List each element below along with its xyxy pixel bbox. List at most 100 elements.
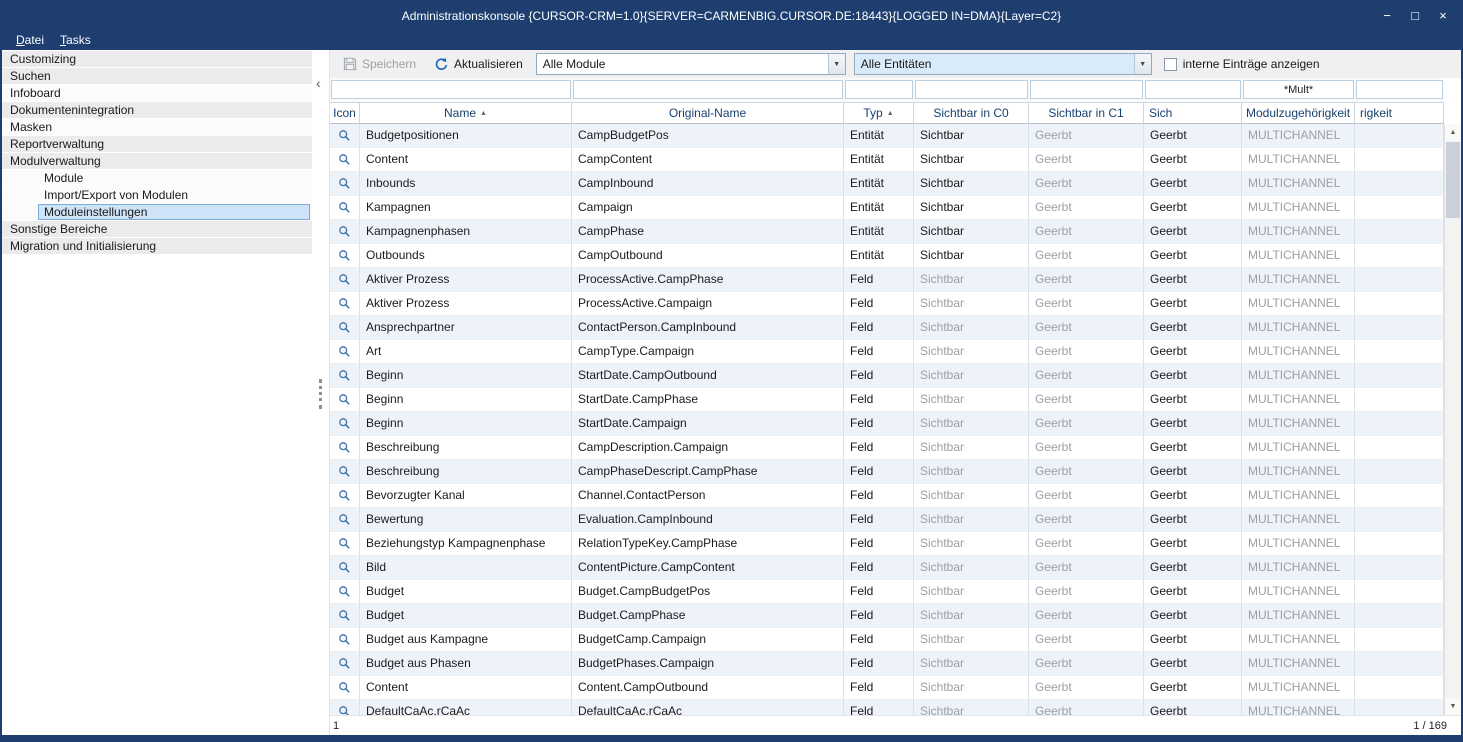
- scrollbar-thumb[interactable]: [1446, 142, 1460, 218]
- table-row[interactable]: ArtCampType.CampaignFeldSichtbarGeerbtGe…: [330, 340, 1444, 364]
- table-row[interactable]: AnsprechpartnerContactPerson.CampInbound…: [330, 316, 1444, 340]
- row-search-icon[interactable]: [330, 388, 360, 411]
- row-search-icon[interactable]: [330, 628, 360, 651]
- row-search-icon[interactable]: [330, 148, 360, 171]
- menu-tasks[interactable]: Tasks: [52, 30, 99, 50]
- filter-input-c1[interactable]: [1030, 80, 1143, 99]
- maximize-button[interactable]: □: [1401, 3, 1429, 29]
- table-row[interactable]: InboundsCampInboundEntitätSichtbarGeerbt…: [330, 172, 1444, 196]
- scroll-down-icon[interactable]: ▼: [1445, 698, 1461, 715]
- minimize-button[interactable]: −: [1373, 3, 1401, 29]
- row-search-icon[interactable]: [330, 508, 360, 531]
- table-row[interactable]: OutboundsCampOutboundEntitätSichtbarGeer…: [330, 244, 1444, 268]
- row-search-icon[interactable]: [330, 412, 360, 435]
- table-row[interactable]: Aktiver ProzessProcessActive.CampPhaseFe…: [330, 268, 1444, 292]
- filter-input-name[interactable]: [331, 80, 571, 99]
- table-row[interactable]: KampagnenphasenCampPhaseEntitätSichtbarG…: [330, 220, 1444, 244]
- column-header-typ[interactable]: Typ▲: [844, 103, 914, 123]
- row-search-icon[interactable]: [330, 172, 360, 195]
- table-row[interactable]: BewertungEvaluation.CampInboundFeldSicht…: [330, 508, 1444, 532]
- scroll-up-icon[interactable]: ▲: [1445, 124, 1461, 141]
- table-row[interactable]: BeschreibungCampDescription.CampaignFeld…: [330, 436, 1444, 460]
- table-row[interactable]: BeginnStartDate.CampPhaseFeldSichtbarGee…: [330, 388, 1444, 412]
- row-search-icon[interactable]: [330, 340, 360, 363]
- column-header-icon[interactable]: Icon: [330, 103, 360, 123]
- cell-modul: MULTICHANNEL: [1242, 508, 1355, 531]
- table-row[interactable]: BeginnStartDate.CampOutboundFeldSichtbar…: [330, 364, 1444, 388]
- splitter-grip-icon[interactable]: [319, 379, 322, 409]
- column-header-modul[interactable]: Modulzugehörigkeit: [1242, 103, 1355, 123]
- row-search-icon[interactable]: [330, 292, 360, 315]
- sidebar-item-dokumentenintegration[interactable]: Dokumentenintegration: [2, 102, 312, 119]
- row-search-icon[interactable]: [330, 220, 360, 243]
- sidebar-item-module[interactable]: Module: [2, 170, 312, 187]
- sidebar-item-migration-und-initialisierung[interactable]: Migration und Initialisierung: [2, 238, 312, 255]
- row-search-icon[interactable]: [330, 484, 360, 507]
- table-row[interactable]: Aktiver ProzessProcessActive.CampaignFel…: [330, 292, 1444, 316]
- sidebar-item-moduleinstellungen[interactable]: Moduleinstellungen: [2, 204, 312, 221]
- sidebar-item-customizing[interactable]: Customizing: [2, 51, 312, 68]
- sidebar-item-reportverwaltung[interactable]: Reportverwaltung: [2, 136, 312, 153]
- table-row[interactable]: DefaultCaAc.rCaAcDefaultCaAc.rCaAcFeldSi…: [330, 700, 1444, 715]
- row-search-icon[interactable]: [330, 676, 360, 699]
- table-row[interactable]: ContentContent.CampOutboundFeldSichtbarG…: [330, 676, 1444, 700]
- chevron-down-icon[interactable]: ▼: [828, 54, 845, 74]
- filter-input-extra[interactable]: [1356, 80, 1443, 99]
- row-search-icon[interactable]: [330, 244, 360, 267]
- row-search-icon[interactable]: [330, 700, 360, 715]
- sidebar-item-suchen[interactable]: Suchen: [2, 68, 312, 85]
- sidebar-item-sonstige-bereiche[interactable]: Sonstige Bereiche: [2, 221, 312, 238]
- row-search-icon[interactable]: [330, 124, 360, 147]
- column-header-extra[interactable]: rigkeit: [1355, 103, 1444, 123]
- column-header-c2[interactable]: Sich: [1144, 103, 1242, 123]
- row-search-icon[interactable]: [330, 580, 360, 603]
- table-row[interactable]: Bevorzugter KanalChannel.ContactPersonFe…: [330, 484, 1444, 508]
- filter-input-c0[interactable]: [915, 80, 1028, 99]
- filter-input-original_name[interactable]: [573, 80, 843, 99]
- column-header-c0[interactable]: Sichtbar in C0: [914, 103, 1029, 123]
- sidebar-splitter[interactable]: ‹: [312, 50, 329, 735]
- filter-input-typ[interactable]: [845, 80, 913, 99]
- row-search-icon[interactable]: [330, 532, 360, 555]
- close-button[interactable]: ×: [1429, 3, 1457, 29]
- column-header-c1[interactable]: Sichtbar in C1: [1029, 103, 1144, 123]
- row-search-icon[interactable]: [330, 316, 360, 339]
- save-button[interactable]: Speichern: [338, 55, 421, 73]
- module-select[interactable]: Alle Module ▼: [536, 53, 846, 75]
- refresh-button[interactable]: Aktualisieren: [429, 55, 528, 74]
- filter-input-c2[interactable]: [1145, 80, 1241, 99]
- row-search-icon[interactable]: [330, 268, 360, 291]
- table-row[interactable]: BudgetpositionenCampBudgetPosEntitätSich…: [330, 124, 1444, 148]
- table-row[interactable]: Budget aus KampagneBudgetCamp.CampaignFe…: [330, 628, 1444, 652]
- menu-datei[interactable]: Datei: [8, 30, 52, 50]
- table-row[interactable]: BildContentPicture.CampContentFeldSichtb…: [330, 556, 1444, 580]
- sidebar-item-masken[interactable]: Masken: [2, 119, 312, 136]
- row-search-icon[interactable]: [330, 604, 360, 627]
- table-row[interactable]: BudgetBudget.CampPhaseFeldSichtbarGeerbt…: [330, 604, 1444, 628]
- column-header-name[interactable]: Name▲: [360, 103, 572, 123]
- table-row[interactable]: KampagnenCampaignEntitätSichtbarGeerbtGe…: [330, 196, 1444, 220]
- column-header-original_name[interactable]: Original-Name: [572, 103, 844, 123]
- vertical-scrollbar[interactable]: ▲ ▼: [1444, 124, 1461, 715]
- table-row[interactable]: BudgetBudget.CampBudgetPosFeldSichtbarGe…: [330, 580, 1444, 604]
- internal-entries-checkbox[interactable]: interne Einträge anzeigen: [1164, 57, 1320, 71]
- row-search-icon[interactable]: [330, 652, 360, 675]
- sidebar-item-import-export-von-modulen[interactable]: Import/Export von Modulen: [2, 187, 312, 204]
- table-row[interactable]: ContentCampContentEntitätSichtbarGeerbtG…: [330, 148, 1444, 172]
- sidebar-item-modulverwaltung[interactable]: Modulverwaltung: [2, 153, 312, 170]
- collapse-sidebar-icon[interactable]: ‹: [316, 76, 321, 90]
- chevron-down-icon[interactable]: ▼: [1134, 54, 1151, 74]
- table-row[interactable]: Beziehungstyp KampagnenphaseRelationType…: [330, 532, 1444, 556]
- sidebar-item-infoboard[interactable]: Infoboard: [2, 85, 312, 102]
- entity-select[interactable]: Alle Entitäten ▼: [854, 53, 1152, 75]
- filter-input-modul[interactable]: [1243, 80, 1354, 99]
- row-search-icon[interactable]: [330, 436, 360, 459]
- row-search-icon[interactable]: [330, 460, 360, 483]
- row-search-icon[interactable]: [330, 364, 360, 387]
- checkbox-box[interactable]: [1164, 58, 1177, 71]
- table-row[interactable]: BeschreibungCampPhaseDescript.CampPhaseF…: [330, 460, 1444, 484]
- table-row[interactable]: Budget aus PhasenBudgetPhases.CampaignFe…: [330, 652, 1444, 676]
- row-search-icon[interactable]: [330, 196, 360, 219]
- table-row[interactable]: BeginnStartDate.CampaignFeldSichtbarGeer…: [330, 412, 1444, 436]
- row-search-icon[interactable]: [330, 556, 360, 579]
